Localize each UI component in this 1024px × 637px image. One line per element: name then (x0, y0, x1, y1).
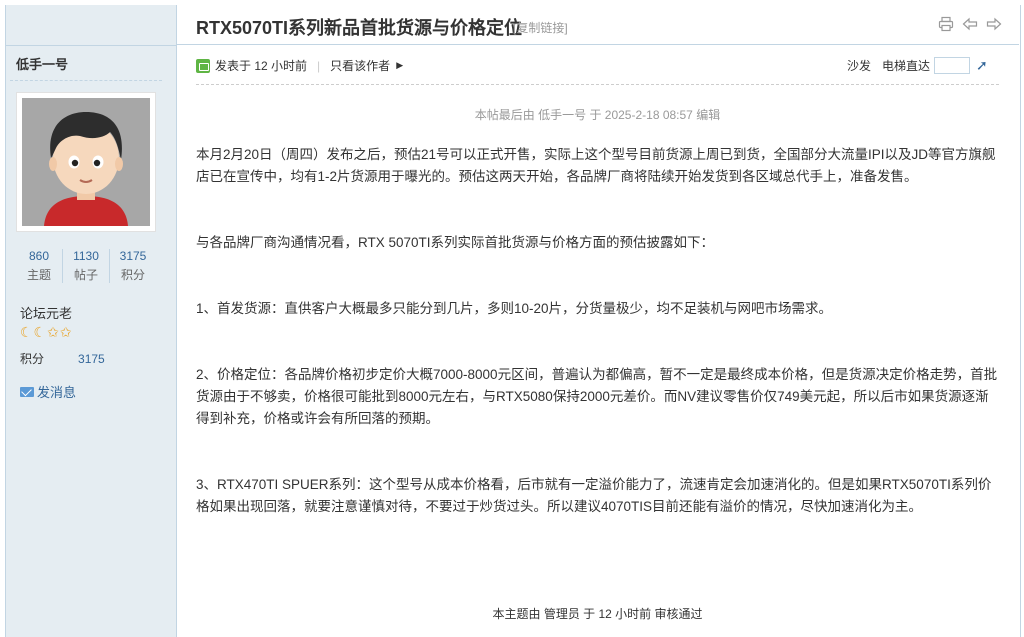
score-value: 3175 (78, 352, 105, 366)
stat-posts[interactable]: 1130 帖子 (62, 249, 109, 283)
edited-notice: 本帖最后由 低手一号 于 2025-2-18 08:57 编辑 (474, 108, 721, 122)
post-floor-tools: 沙发 电梯直达 ➚ (847, 57, 988, 74)
rank-stars-icon: ☾☾✩✩ (20, 324, 73, 340)
envelope-icon (20, 386, 34, 397)
posted-time: 12 小时前 (254, 59, 308, 73)
stat-posts-value[interactable]: 1130 (63, 249, 109, 263)
triangle-right-icon: ▶ (396, 60, 404, 70)
meta-divider (196, 84, 999, 85)
floor-label[interactable]: 沙发 (847, 57, 871, 74)
send-message-label: 发消息 (37, 385, 77, 400)
sidebar-header-strip (6, 5, 176, 46)
post-paragraph: 1、首发货源：直供客户大概最多只能分到几片，多则10-20片，分货量极少，均不足… (196, 301, 833, 316)
user-group[interactable]: 论坛元老 (20, 303, 72, 322)
post-meta: 发表于 12 小时前 | 只看该作者 ▶ (196, 57, 403, 74)
author-stats: 860 主题 1130 帖子 3175 积分 (16, 249, 156, 283)
header-divider (176, 44, 1019, 45)
go-floor-icon[interactable]: ➚ (976, 57, 988, 74)
stat-posts-label: 帖子 (73, 268, 98, 282)
avatar[interactable] (16, 92, 156, 232)
post-paragraph: 本月2月20日（周四）发布之后，预估21号可以正式开售，实际上这个型号目前货源上… (196, 147, 996, 184)
author-name[interactable]: 低手一号 (16, 54, 68, 73)
thread-title: RTX5070TI系列新品首批货源与价格定位 (196, 18, 523, 38)
author-divider (10, 80, 162, 81)
moderation-notice: 本主题由 管理员 于 12 小时前 审核通过 (492, 607, 703, 621)
elevator-label: 电梯直达 (882, 59, 931, 73)
post-paragraph: 2、价格定位：各品牌价格初步定价大概7000-8000元区间，普遍认为都偏高，暂… (196, 367, 998, 426)
avatar-image (22, 98, 150, 226)
only-author-link[interactable]: 只看该作者 (330, 57, 390, 74)
posted-prefix: 发表于 (215, 59, 252, 73)
post-paragraph: 3、RTX470TI SPUER系列：这个型号从成本价格看，后市就有一定溢价能力… (196, 477, 992, 514)
stat-threads-label: 主题 (26, 268, 51, 282)
stat-credits-value[interactable]: 3175 (110, 249, 156, 263)
print-icon[interactable] (938, 16, 954, 32)
score-label: 积分 (20, 352, 45, 366)
send-message-link[interactable]: 发消息 (20, 382, 76, 401)
post-status-icon (196, 58, 210, 73)
stat-credits-label: 积分 (120, 268, 145, 282)
cartoon-boy-avatar-icon (22, 98, 150, 226)
copy-link-button[interactable]: [复制链接] (513, 19, 568, 36)
stat-threads-value[interactable]: 860 (16, 249, 62, 263)
meta-separator: | (317, 58, 321, 73)
next-thread-icon[interactable] (986, 16, 1002, 32)
stat-threads[interactable]: 860 主题 (16, 249, 62, 283)
elevator-input[interactable] (934, 57, 971, 74)
author-score: 积分 3175 (20, 350, 105, 367)
prev-thread-icon[interactable] (962, 16, 978, 32)
post-paragraph: 与各品牌厂商沟通情况看，RTX 5070TI系列实际首批货源与价格方面的预估披露… (196, 235, 715, 250)
stat-credits[interactable]: 3175 积分 (109, 249, 156, 283)
header-actions (938, 16, 1002, 32)
